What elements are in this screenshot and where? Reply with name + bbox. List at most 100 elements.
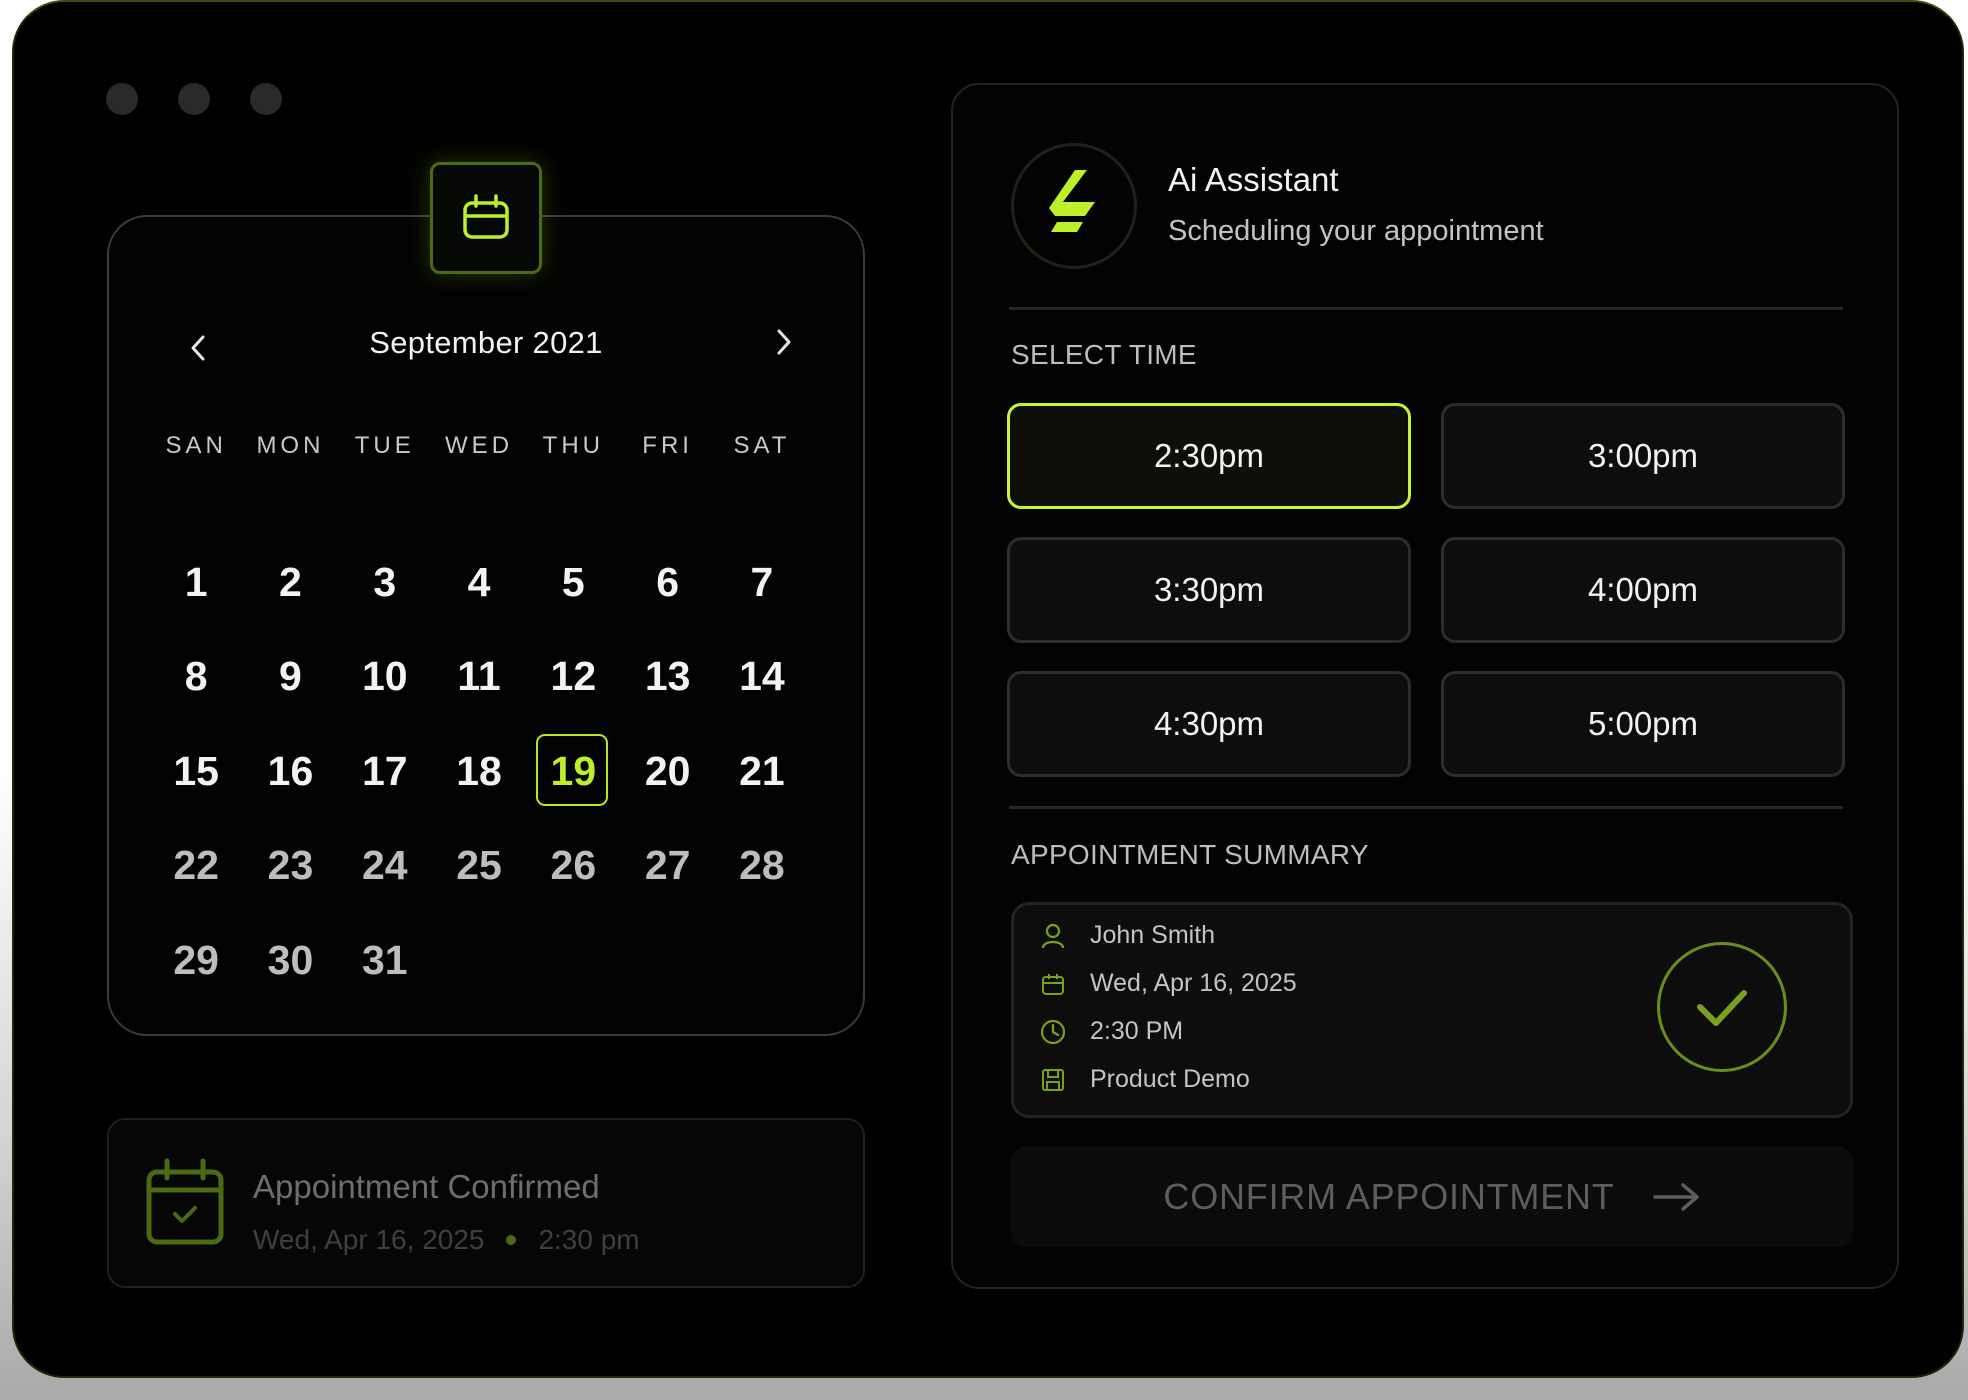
calendar-card: September 2021 SAN MON TUE WED THU FRI S… <box>107 215 865 1036</box>
summary-label: APPOINTMENT SUMMARY <box>1011 839 1369 870</box>
calendar-day[interactable]: 25 <box>432 819 526 914</box>
select-time-label: SELECT TIME <box>1011 339 1197 370</box>
clock-icon <box>1040 1019 1066 1045</box>
summary-date-row: Wed, Apr 16, 2025 <box>1040 969 1297 998</box>
divider <box>1009 806 1843 809</box>
time-slot[interactable]: 4:30pm <box>1007 671 1411 777</box>
calendar-day[interactable]: 27 <box>620 819 714 914</box>
calendar-day-number: 17 <box>361 747 408 794</box>
calendar-day[interactable]: 26 <box>526 819 620 914</box>
calendar-day-number: 28 <box>739 842 785 889</box>
weekday-header: SAN MON TUE WED THU FRI SAT <box>149 432 809 460</box>
summary-time-row: 2:30 PM <box>1040 1017 1183 1046</box>
calendar-day[interactable]: 5 <box>526 535 620 630</box>
calendar-day[interactable]: 13 <box>620 630 714 725</box>
calendar-day[interactable]: 16 <box>243 724 337 819</box>
time-slot[interactable]: 5:00pm <box>1441 671 1845 777</box>
weekday-label: SAT <box>733 432 791 459</box>
assistant-panel: Ai Assistant Scheduling your appointment… <box>951 83 1899 1289</box>
calendar-day[interactable]: 9 <box>243 630 337 725</box>
next-month-button[interactable] <box>773 329 795 355</box>
separator-dot <box>506 1235 517 1245</box>
calendar-day[interactable]: 10 <box>338 630 432 725</box>
calendar-day[interactable]: 11 <box>432 630 526 725</box>
calendar-day-number: 2 <box>279 558 302 605</box>
divider <box>1009 307 1843 310</box>
calendar-day-number: 21 <box>739 747 785 794</box>
calendar-day-number: 8 <box>184 653 208 700</box>
window-dot-close[interactable] <box>106 83 138 115</box>
calendar-day[interactable]: 1 <box>149 535 243 630</box>
weekday-label: SAN <box>165 432 227 459</box>
calendar-day[interactable]: 15 <box>149 724 243 819</box>
calendar-day-number: 24 <box>361 842 408 889</box>
time-slot[interactable]: 3:30pm <box>1007 537 1411 643</box>
toast-title: Appointment Confirmed <box>253 1168 600 1205</box>
calendar-day[interactable]: 24 <box>338 819 432 914</box>
calendar-day[interactable]: 21 <box>715 724 809 819</box>
calendar-day[interactable]: 12 <box>526 630 620 725</box>
calendar-day[interactable]: 7 <box>715 535 809 630</box>
confirm-appointment-button[interactable]: CONFIRM APPOINTMENT <box>1011 1147 1853 1247</box>
calendar-day[interactable]: 17 <box>338 724 432 819</box>
app-window: September 2021 SAN MON TUE WED THU FRI S… <box>12 0 1964 1378</box>
calendar-day-number: 12 <box>550 653 597 700</box>
summary-type-row: Product Demo <box>1040 1065 1250 1094</box>
calendar-day-number: 1 <box>184 558 208 605</box>
assistant-subtitle: Scheduling your appointment <box>1168 215 1544 247</box>
calendar-day[interactable]: 18 <box>432 724 526 819</box>
calendar-day[interactable]: 20 <box>620 724 714 819</box>
calendar-day-number: 3 <box>373 558 397 605</box>
toast-time: 2:30 pm <box>538 1224 640 1255</box>
time-slots: 2:30pm 3:00pm 3:30pm 4:00pm 4:30pm 5:00p… <box>1007 403 1847 777</box>
calendar-day-number: 29 <box>173 936 219 983</box>
weekday-label: FRI <box>642 432 693 459</box>
calendar-day-number: 26 <box>550 842 597 889</box>
calendar-day-number: 22 <box>173 842 219 889</box>
calendar-day[interactable]: 23 <box>243 819 337 914</box>
time-slot-selected[interactable]: 2:30pm <box>1007 403 1411 509</box>
weekday-label: THU <box>542 432 604 459</box>
calendar-badge <box>430 162 542 274</box>
time-slot[interactable]: 3:00pm <box>1441 403 1845 509</box>
calendar-day[interactable]: 8 <box>149 630 243 725</box>
calendar-days-grid: 1 2 3 4 5 6 7 8 9 10 11 12 13 14 15 16 1… <box>149 535 809 1008</box>
calendar-day-number: 14 <box>739 653 785 700</box>
calendar-day-number: 10 <box>361 653 408 700</box>
calendar-day[interactable]: 14 <box>715 630 809 725</box>
save-icon <box>1040 1067 1066 1093</box>
calendar-day[interactable]: 2 <box>243 535 337 630</box>
calendar-icon <box>463 194 509 239</box>
calendar-day-number: 30 <box>267 936 314 983</box>
calendar-day[interactable]: 28 <box>715 819 809 914</box>
window-dot-maximize[interactable] <box>250 83 282 115</box>
calendar-day-number: 9 <box>279 653 302 700</box>
calendar-day-number: 11 <box>457 653 501 700</box>
confirmation-toast: Appointment Confirmed Wed, Apr 16, 2025 … <box>107 1118 865 1288</box>
user-icon <box>1040 923 1066 949</box>
calendar-day-number: 27 <box>644 842 691 889</box>
calendar-day[interactable]: 29 <box>149 913 243 1008</box>
time-slot[interactable]: 4:00pm <box>1441 537 1845 643</box>
calendar-month-title: September 2021 <box>369 325 603 360</box>
calendar-day[interactable]: 6 <box>620 535 714 630</box>
calendar-icon <box>1040 971 1066 997</box>
calendar-day[interactable]: 22 <box>149 819 243 914</box>
calendar-day-selected[interactable]: 19 <box>526 724 620 819</box>
calendar-day[interactable]: 30 <box>243 913 337 1008</box>
summary-type: Product Demo <box>1090 1065 1250 1093</box>
calendar-day-number: 23 <box>267 842 314 889</box>
summary-name: John Smith <box>1090 921 1216 949</box>
calendar-day-number: 4 <box>467 558 491 605</box>
calendar-day[interactable]: 31 <box>338 913 432 1008</box>
weekday-label: WED <box>445 432 514 459</box>
calendar-day[interactable]: 4 <box>432 535 526 630</box>
calendar-day-number: 20 <box>644 747 691 794</box>
toast-date: Wed, Apr 16, 2025 <box>253 1224 485 1255</box>
window-dot-minimize[interactable] <box>178 83 210 115</box>
arrow-right-icon <box>1652 1183 1699 1211</box>
calendar-day-number: 18 <box>456 747 502 794</box>
calendar-day-number: 7 <box>750 558 774 605</box>
weekday-label: MON <box>256 432 325 459</box>
calendar-day[interactable]: 3 <box>338 535 432 630</box>
